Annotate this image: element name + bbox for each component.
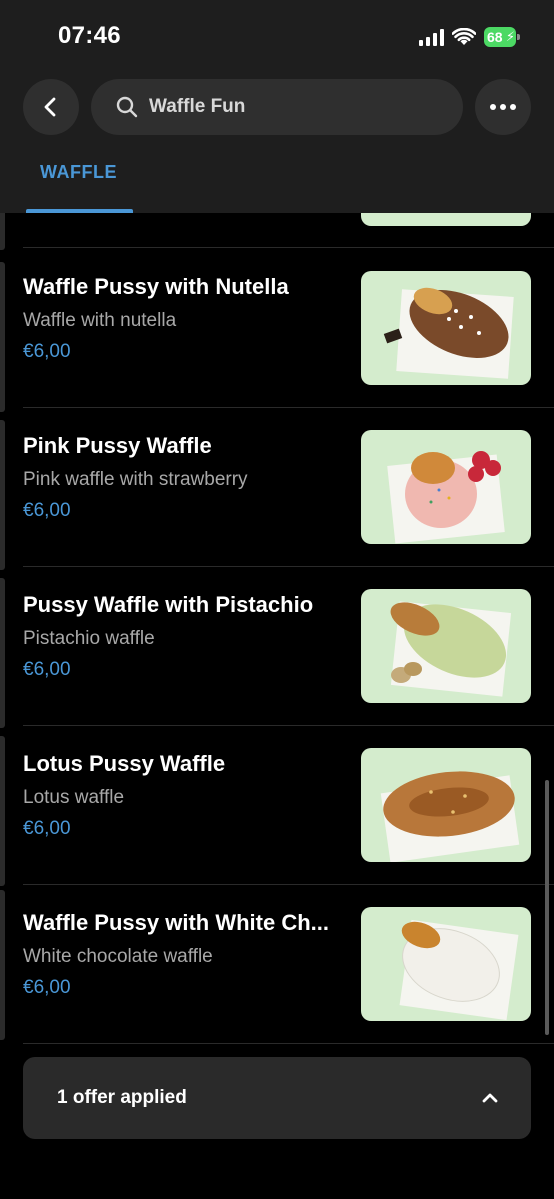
item-price: €6,00 xyxy=(23,977,71,998)
back-arrow-icon xyxy=(44,97,56,117)
left-edge-indicator xyxy=(0,420,5,570)
offer-text: 1 offer applied xyxy=(57,1087,187,1108)
battery-icon: 68 ⚡ xyxy=(484,27,520,47)
item-description: Waffle with nutella xyxy=(23,310,177,331)
back-button[interactable] xyxy=(23,79,79,135)
scrollbar[interactable] xyxy=(545,780,549,1035)
divider xyxy=(23,1043,554,1044)
item-name: Lotus Pussy Waffle xyxy=(23,751,226,776)
item-image xyxy=(361,907,531,1021)
item-image xyxy=(361,748,531,862)
status-time: 07:46 xyxy=(58,22,121,49)
offer-bar[interactable]: 1 offer applied xyxy=(23,1057,531,1139)
item-description: Pink waffle with strawberry xyxy=(23,469,248,490)
item-price: €6,00 xyxy=(23,818,71,839)
battery-level: 68 xyxy=(487,29,503,45)
wifi-icon xyxy=(452,28,476,45)
chevron-up-icon xyxy=(482,1093,498,1103)
more-icon xyxy=(490,104,516,110)
item-name: Pink Pussy Waffle xyxy=(23,433,212,458)
item-image xyxy=(361,271,531,385)
search-input[interactable]: Waffle Fun xyxy=(91,79,463,135)
search-text: Waffle Fun xyxy=(149,96,246,117)
left-edge-indicator xyxy=(0,578,5,728)
item-name: Pussy Waffle with Pistachio xyxy=(23,592,314,617)
signal-icon xyxy=(419,28,444,46)
list-item[interactable]: Waffle Pussy with White Ch... White choc… xyxy=(0,884,554,1043)
list-item[interactable]: Waffle Pussy with Nutella Waffle with nu… xyxy=(0,248,554,407)
item-description: White chocolate waffle xyxy=(23,946,213,967)
search-icon xyxy=(116,96,138,118)
item-price: €6,00 xyxy=(23,500,71,521)
list-item[interactable]: Lotus Pussy Waffle Lotus waffle €6,00 xyxy=(0,725,554,884)
left-edge-indicator xyxy=(0,262,5,412)
item-description: Lotus waffle xyxy=(23,787,125,808)
list-item[interactable]: Pink Pussy Waffle Pink waffle with straw… xyxy=(0,407,554,566)
left-edge-indicator xyxy=(0,736,5,886)
status-icons: 68 ⚡ xyxy=(419,24,520,50)
tab-active-indicator xyxy=(26,209,133,213)
more-button[interactable] xyxy=(475,79,531,135)
left-edge-indicator xyxy=(0,890,5,1040)
tab-waffle[interactable]: WAFFLE xyxy=(40,162,117,183)
item-name: Waffle Pussy with White Ch... xyxy=(23,910,329,935)
item-name: Waffle Pussy with Nutella xyxy=(23,274,289,299)
header: 07:46 68 ⚡ Waffle Fun WAFFLE xyxy=(0,0,554,213)
item-price: €6,00 xyxy=(23,341,71,362)
item-description: Pistachio waffle xyxy=(23,628,155,649)
item-price: €6,00 xyxy=(23,659,71,680)
list-item[interactable]: Pussy Waffle with Pistachio Pistachio wa… xyxy=(0,566,554,725)
item-image xyxy=(361,430,531,544)
item-image xyxy=(361,589,531,703)
charging-bolt-icon: ⚡ xyxy=(505,29,515,44)
